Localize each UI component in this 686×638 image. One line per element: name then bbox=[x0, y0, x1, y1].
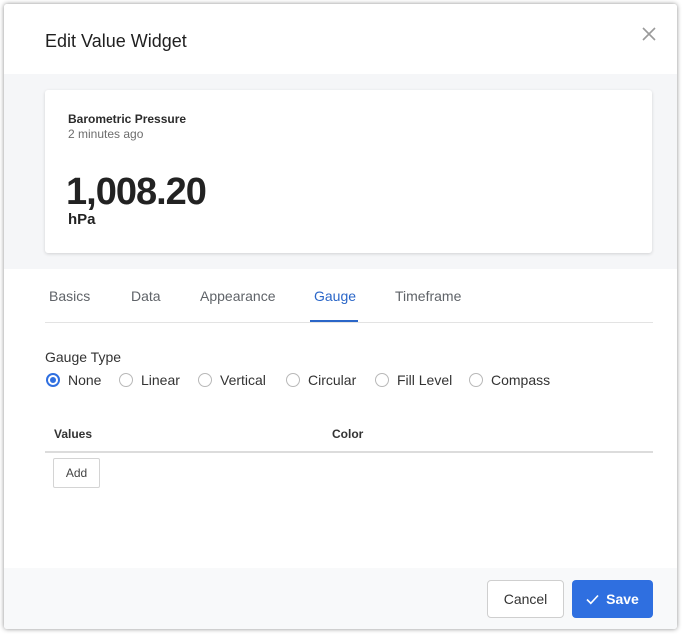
radio-unchecked-icon bbox=[198, 373, 212, 387]
gauge-option-label: Vertical bbox=[220, 372, 266, 388]
dialog-title: Edit Value Widget bbox=[45, 31, 187, 51]
gauge-option-vertical[interactable]: Vertical bbox=[198, 370, 266, 390]
gauge-option-label: Linear bbox=[141, 372, 180, 388]
cancel-button[interactable]: Cancel bbox=[487, 580, 564, 618]
gauge-option-linear[interactable]: Linear bbox=[119, 370, 180, 390]
widget-unit: hPa bbox=[68, 211, 96, 228]
radio-unchecked-icon bbox=[286, 373, 300, 387]
settings-panel: Basics Data Appearance Gauge Timeframe G… bbox=[4, 269, 677, 568]
settings-tabs: Basics Data Appearance Gauge Timeframe bbox=[45, 269, 653, 323]
gauge-option-circular[interactable]: Circular bbox=[286, 370, 356, 390]
gauge-values-table: Values Color bbox=[45, 427, 653, 453]
gauge-option-label: Circular bbox=[308, 372, 357, 388]
dialog-header: Edit Value Widget bbox=[4, 4, 677, 74]
widget-value: 1,008.20 bbox=[66, 171, 207, 213]
close-icon[interactable] bbox=[640, 25, 658, 43]
tab-timeframe[interactable]: Timeframe bbox=[395, 288, 461, 304]
edit-widget-dialog: Edit Value Widget Barometric Pressure 2 … bbox=[4, 4, 677, 629]
widget-title: Barometric Pressure bbox=[68, 112, 187, 126]
gauge-type-label: Gauge Type bbox=[45, 349, 122, 365]
gauge-option-label: None bbox=[68, 372, 102, 388]
check-icon bbox=[586, 594, 599, 604]
dialog-footer: Cancel Save bbox=[4, 568, 677, 629]
gauge-option-compass[interactable]: Compass bbox=[469, 370, 550, 390]
active-tab-indicator bbox=[310, 320, 358, 322]
value-widget-card: Barometric Pressure 2 minutes ago 1,008.… bbox=[45, 90, 652, 253]
gauge-option-none[interactable]: None bbox=[46, 370, 101, 390]
radio-checked-icon bbox=[46, 373, 60, 387]
widget-preview-area: Barometric Pressure 2 minutes ago 1,008.… bbox=[4, 74, 677, 269]
dialog-body: Barometric Pressure 2 minutes ago 1,008.… bbox=[4, 74, 677, 568]
save-button[interactable]: Save bbox=[572, 580, 653, 618]
tab-data[interactable]: Data bbox=[131, 288, 161, 304]
column-header-values: Values bbox=[54, 427, 93, 441]
tab-appearance[interactable]: Appearance bbox=[200, 288, 276, 304]
tab-basics[interactable]: Basics bbox=[49, 288, 90, 304]
column-header-color: Color bbox=[332, 427, 364, 441]
radio-unchecked-icon bbox=[469, 373, 483, 387]
gauge-option-label: Fill Level bbox=[397, 372, 453, 388]
gauge-option-fill-level[interactable]: Fill Level bbox=[375, 370, 452, 390]
widget-timestamp: 2 minutes ago bbox=[68, 127, 144, 141]
radio-unchecked-icon bbox=[375, 373, 389, 387]
gauge-type-options: None Linear Vertical Circular Fill Level bbox=[45, 370, 655, 392]
radio-unchecked-icon bbox=[119, 373, 133, 387]
tab-gauge[interactable]: Gauge bbox=[314, 288, 356, 304]
gauge-option-label: Compass bbox=[491, 372, 551, 388]
save-button-label: Save bbox=[606, 591, 639, 607]
add-value-button[interactable]: Add bbox=[53, 458, 100, 488]
